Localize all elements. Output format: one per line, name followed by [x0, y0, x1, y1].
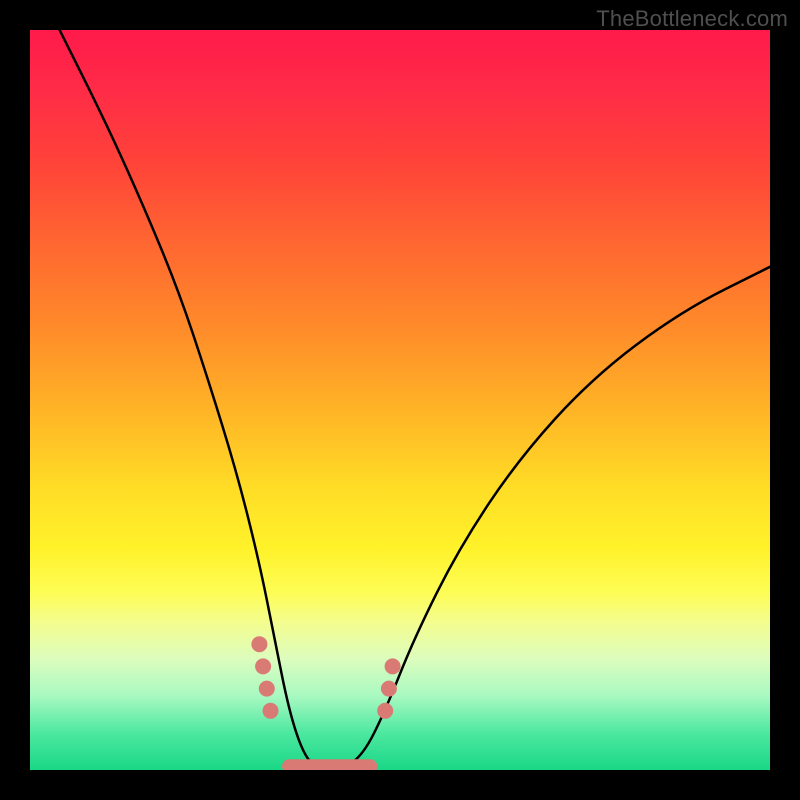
bottleneck-curve: [60, 30, 770, 770]
plot-area: [30, 30, 770, 770]
watermark-text: TheBottleneck.com: [596, 6, 788, 32]
chart-frame: TheBottleneck.com: [0, 0, 800, 800]
curve-svg: [30, 30, 770, 770]
trough-dots: [251, 636, 400, 719]
